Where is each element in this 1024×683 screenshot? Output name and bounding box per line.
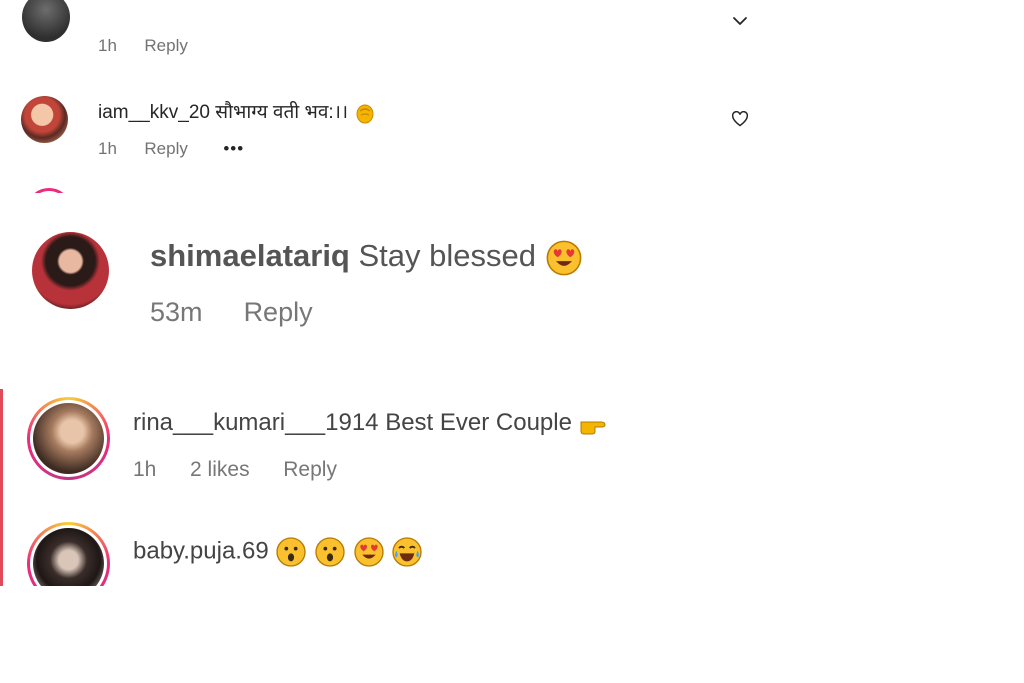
reply-button[interactable]: Reply bbox=[244, 297, 313, 327]
surprised-face-emoji bbox=[276, 537, 307, 567]
comment-line: iam__kkv_20 सौभाग्य वती भव:।। bbox=[98, 98, 377, 125]
left-edge-bar bbox=[0, 389, 3, 586]
avatar[interactable] bbox=[22, 0, 70, 42]
surprised-face-emoji bbox=[315, 537, 345, 567]
comment-line: shimaelatariq Stay blessed bbox=[150, 238, 583, 277]
avatar[interactable] bbox=[32, 232, 109, 309]
comment-time: 1h bbox=[98, 36, 117, 55]
more-options-button[interactable]: ••• bbox=[223, 139, 244, 158]
comment-time: 53m bbox=[150, 297, 203, 327]
comment-text: सौभाग्य वती भव:।। bbox=[215, 102, 349, 123]
comment-meta: 1h 2 likes Reply bbox=[133, 458, 337, 482]
clapping-hands-emoji bbox=[356, 104, 374, 124]
comment-username[interactable]: baby.puja.69 bbox=[133, 537, 269, 564]
heart-eyes-emoji bbox=[546, 240, 582, 276]
avatar[interactable] bbox=[27, 522, 110, 586]
heart-eyes-emoji bbox=[354, 537, 384, 567]
chevron-down-icon[interactable] bbox=[732, 16, 748, 26]
comment-time: 1h bbox=[98, 139, 117, 158]
cropped-comment-text bbox=[180, 0, 280, 16]
comment-line: baby.puja.69 bbox=[133, 536, 423, 568]
reply-button[interactable]: Reply bbox=[144, 139, 187, 158]
comment-likes[interactable]: 2 likes bbox=[190, 458, 250, 481]
comment-strip-zoomed: shimaelatariq Stay blessed 53m Reply bbox=[0, 193, 1024, 360]
avatar[interactable] bbox=[27, 397, 110, 480]
comment-time: 1h bbox=[133, 458, 157, 481]
comment-strip-bottom: rina___kumari___1914 Best Ever Couple 1h… bbox=[0, 389, 1024, 586]
pointing-hand-emoji bbox=[580, 421, 606, 435]
avatar[interactable] bbox=[21, 96, 68, 143]
comment-meta: 1h Reply ••• bbox=[98, 139, 244, 159]
comment-meta: 53m Reply bbox=[150, 297, 313, 328]
comment-line: rina___kumari___1914 Best Ever Couple bbox=[133, 409, 611, 437]
reply-button[interactable]: Reply bbox=[283, 458, 337, 481]
heart-icon[interactable] bbox=[731, 111, 749, 127]
tears-of-joy-emoji bbox=[392, 537, 423, 567]
reply-button[interactable]: Reply bbox=[144, 36, 187, 55]
comment-meta: 1h Reply bbox=[98, 36, 188, 56]
comment-username[interactable]: iam__kkv_20 bbox=[98, 102, 210, 123]
comment-username[interactable]: rina___kumari___1914 bbox=[133, 409, 379, 436]
comment-text: Stay blessed bbox=[358, 238, 537, 273]
comment-username[interactable]: shimaelatariq bbox=[150, 238, 350, 273]
comment-text: Best Ever Couple bbox=[385, 409, 572, 436]
comment-strip-top: 1h Reply iam__kkv_20 सौभाग्य वती भव:।। 1… bbox=[0, 0, 1024, 193]
